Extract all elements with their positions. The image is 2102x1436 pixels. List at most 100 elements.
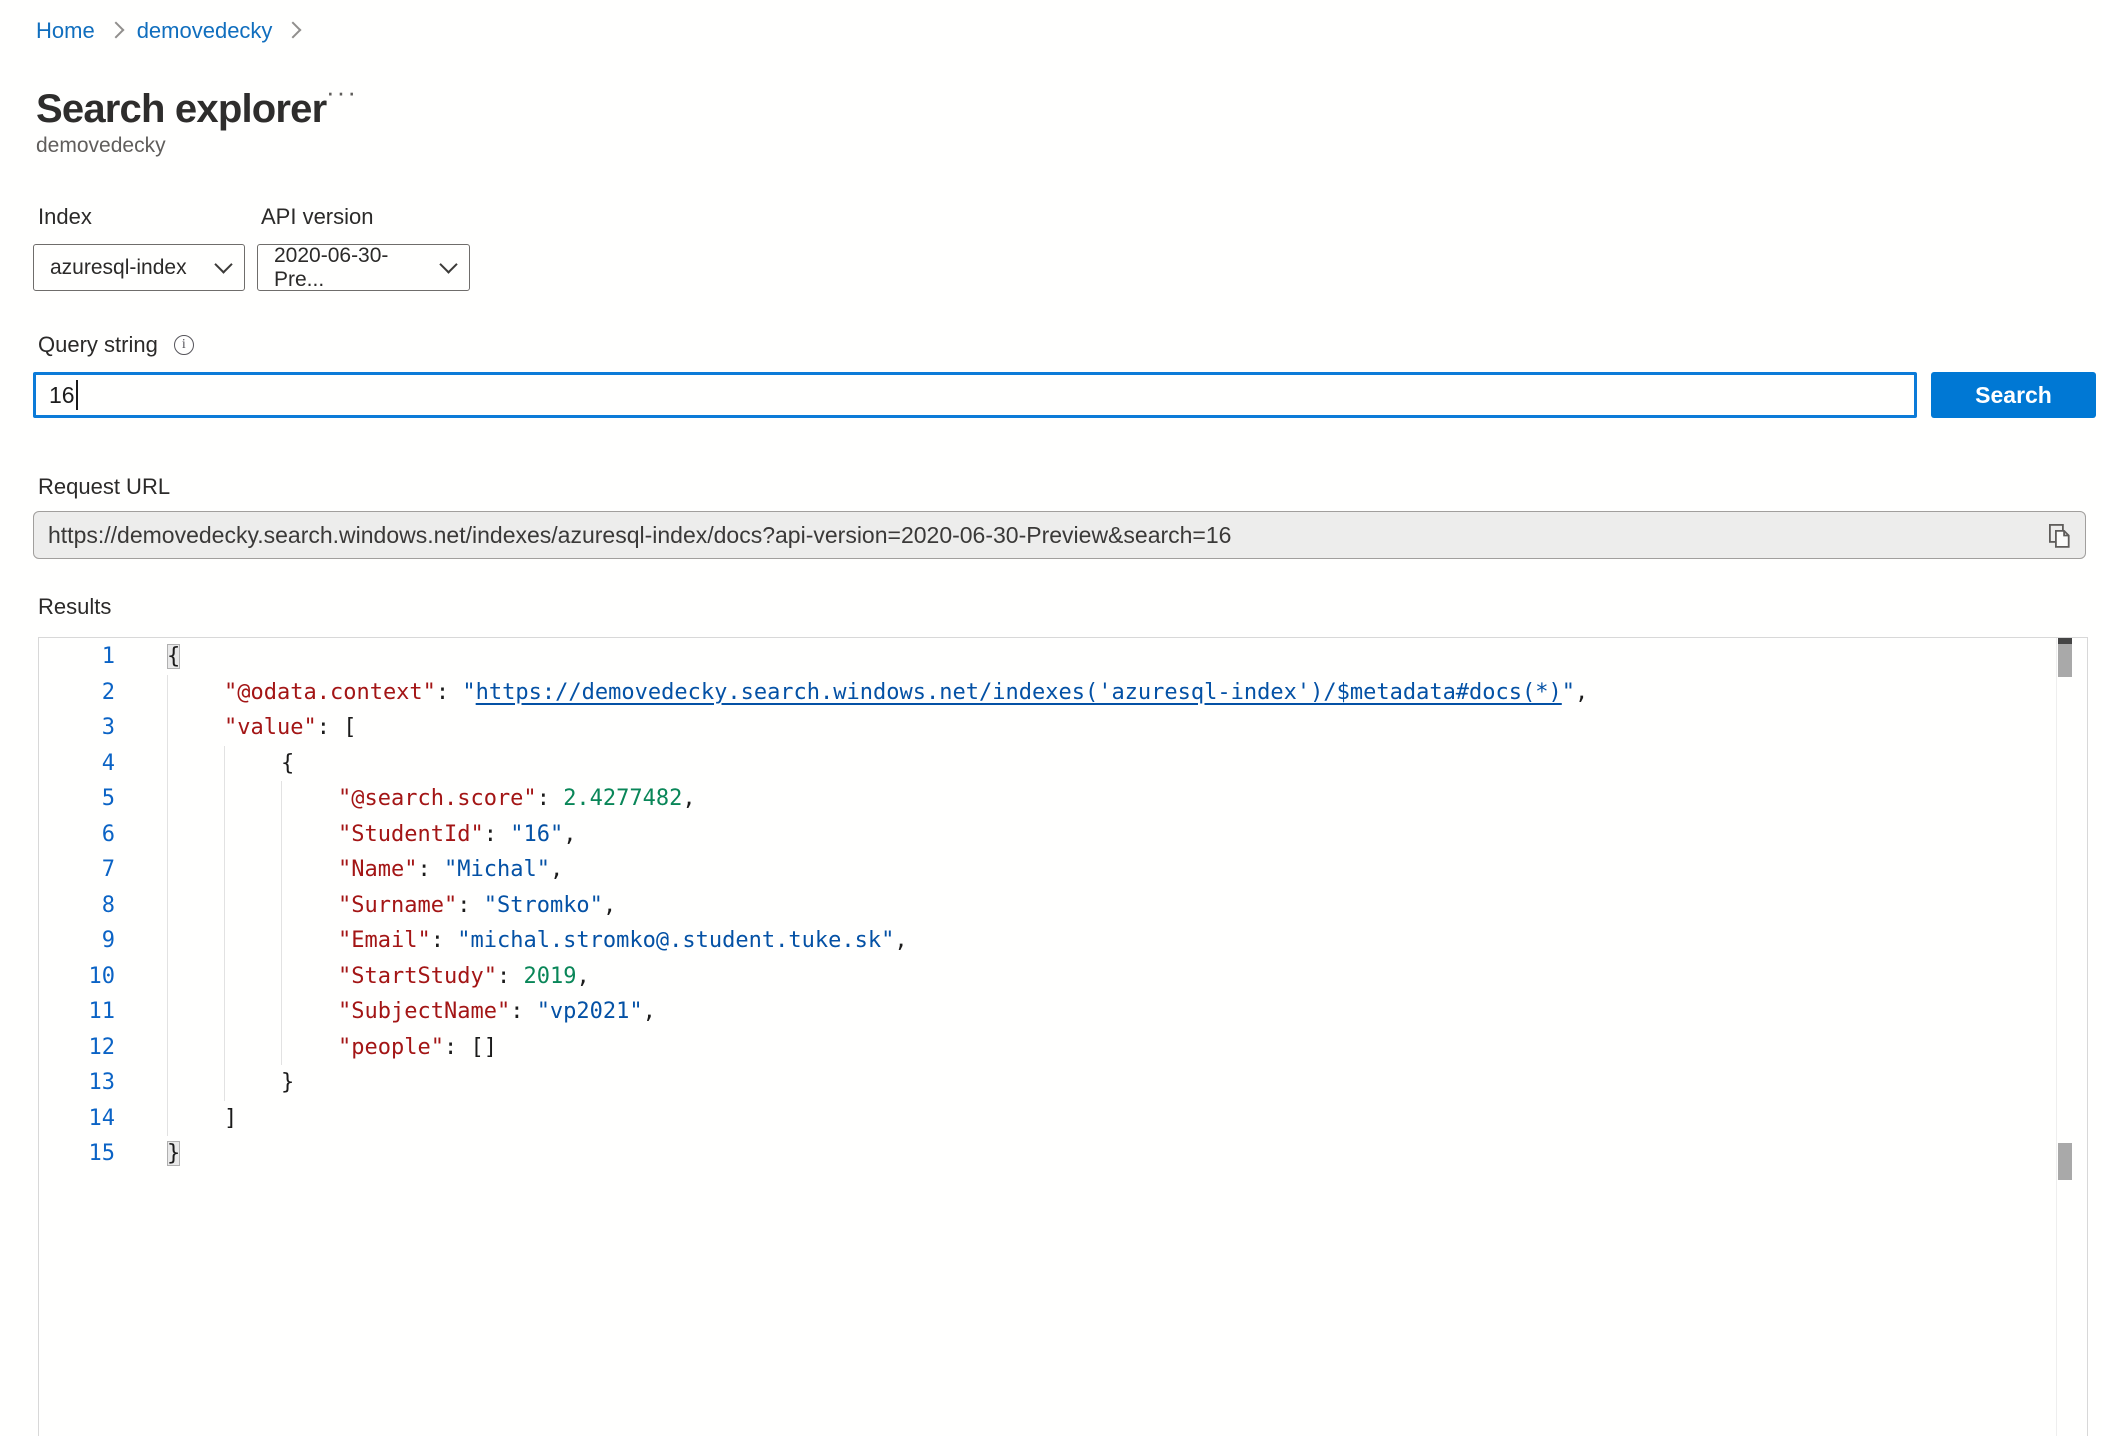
code-line: 14]: [39, 1101, 2057, 1137]
code-line: 9"Email": "michal.stromko@.student.tuke.…: [39, 923, 2057, 959]
text-caret: [76, 380, 78, 410]
api-version-select[interactable]: 2020-06-30-Pre...: [257, 244, 470, 291]
bracket-match: }: [167, 1141, 180, 1166]
request-url-field[interactable]: https://demovedecky.search.windows.net/i…: [33, 511, 2086, 559]
indent-guide: [167, 994, 168, 1030]
code-token: "@search.score": [338, 786, 537, 811]
copy-button[interactable]: [2042, 520, 2076, 553]
request-url-value: https://demovedecky.search.windows.net/i…: [48, 522, 1231, 549]
page-scrollbar-thumb[interactable]: [2058, 1143, 2072, 1180]
code-token: "vp2021": [537, 999, 643, 1024]
indent-guide: [167, 781, 168, 817]
code-line: 11"SubjectName": "vp2021",: [39, 994, 2057, 1030]
code-line: 1{: [39, 639, 2057, 675]
code-token: :: [537, 786, 564, 811]
indent-guide: [281, 817, 282, 853]
code-line-content: {: [167, 746, 294, 782]
search-button[interactable]: Search: [1931, 372, 2096, 418]
code-token: "Name": [338, 857, 417, 882]
index-label: Index: [38, 204, 92, 230]
code-token: "michal.stromko@.student.tuke.sk": [457, 928, 894, 953]
index-select-value: azuresql-index: [50, 256, 187, 280]
indent-guide: [224, 746, 225, 782]
chevron-down-icon: [214, 255, 232, 273]
code-token: :: [484, 822, 511, 847]
chevron-down-icon: [439, 255, 457, 273]
editor-scrollbar-thumb[interactable]: [2058, 644, 2072, 677]
code-token: ,: [894, 928, 907, 953]
code-token: :: [436, 680, 463, 705]
indent-guide: [167, 1065, 168, 1101]
indent-guide: [167, 959, 168, 995]
code-token: 2019: [523, 964, 576, 989]
indent-guide: [224, 781, 225, 817]
indent-guide: [224, 852, 225, 888]
indent-guide: [281, 781, 282, 817]
code-line: 6"StudentId": "16",: [39, 817, 2057, 853]
request-url-label: Request URL: [38, 474, 170, 500]
code-line-content: "Surname": "Stromko",: [167, 888, 616, 924]
api-version-select-value: 2020-06-30-Pre...: [274, 244, 432, 292]
code-line-content: ]: [167, 1101, 237, 1137]
line-number: 3: [39, 715, 167, 740]
code-line-content: "StudentId": "16",: [167, 817, 576, 853]
line-number: 13: [39, 1070, 167, 1095]
indent-guide: [224, 888, 225, 924]
code-token: "Stromko": [484, 893, 603, 918]
code-line: 2"@odata.context": "https://demovedecky.…: [39, 675, 2057, 711]
code-token: ,: [643, 999, 656, 1024]
code-token: ": [462, 680, 475, 705]
indent-guide: [224, 1065, 225, 1101]
editor-lines: 1{2"@odata.context": "https://demovedeck…: [39, 639, 2057, 1172]
indent-guide: [281, 923, 282, 959]
code-line-content: "SubjectName": "vp2021",: [167, 994, 656, 1030]
code-line: 8"Surname": "Stromko",: [39, 888, 2057, 924]
query-string-label: Query string: [38, 332, 158, 358]
indent-guide: [281, 994, 282, 1030]
query-input[interactable]: 16: [33, 372, 1917, 418]
breadcrumb-separator-icon: [107, 21, 124, 38]
code-token: :: [497, 964, 524, 989]
code-token: ": [1562, 680, 1575, 705]
code-token: "16": [510, 822, 563, 847]
code-token: :: [457, 893, 484, 918]
breadcrumb-home[interactable]: Home: [36, 18, 95, 44]
code-line-content: }: [167, 1065, 294, 1101]
code-line: 15}: [39, 1136, 2057, 1172]
code-line-content: "Name": "Michal",: [167, 852, 563, 888]
breadcrumb-demovedecky[interactable]: demovedecky: [137, 18, 273, 44]
index-select[interactable]: azuresql-index: [33, 244, 245, 291]
code-token: "people": [338, 1035, 444, 1060]
code-token: ,: [563, 822, 576, 847]
more-options-icon[interactable]: ···: [320, 76, 364, 109]
query-input-value: 16: [49, 382, 75, 409]
bracket-match: {: [167, 644, 180, 669]
code-token: "Michal": [444, 857, 550, 882]
code-token: :: [431, 928, 458, 953]
api-version-label: API version: [261, 204, 374, 230]
indent-guide: [167, 746, 168, 782]
code-line: 10"StartStudy": 2019,: [39, 959, 2057, 995]
copy-icon: [2044, 520, 2074, 552]
code-token: "Email": [338, 928, 431, 953]
line-number: 14: [39, 1106, 167, 1131]
indent-guide: [167, 710, 168, 746]
code-line-content: "StartStudy": 2019,: [167, 959, 590, 995]
line-number: 1: [39, 644, 167, 669]
line-number: 5: [39, 786, 167, 811]
info-icon[interactable]: i: [174, 335, 194, 355]
line-number: 2: [39, 680, 167, 705]
line-number: 7: [39, 857, 167, 882]
editor-scrollbar-track[interactable]: [2056, 638, 2087, 1436]
line-number: 10: [39, 964, 167, 989]
code-line: 7"Name": "Michal",: [39, 852, 2057, 888]
line-number: 15: [39, 1141, 167, 1166]
code-line: 12"people": []: [39, 1030, 2057, 1066]
results-editor[interactable]: 1{2"@odata.context": "https://demovedeck…: [38, 637, 2088, 1436]
code-line-content: "value": [: [167, 710, 356, 746]
indent-guide: [281, 888, 282, 924]
indent-guide: [281, 852, 282, 888]
indent-guide: [281, 959, 282, 995]
code-token: ,: [682, 786, 695, 811]
code-token: : []: [444, 1035, 497, 1060]
